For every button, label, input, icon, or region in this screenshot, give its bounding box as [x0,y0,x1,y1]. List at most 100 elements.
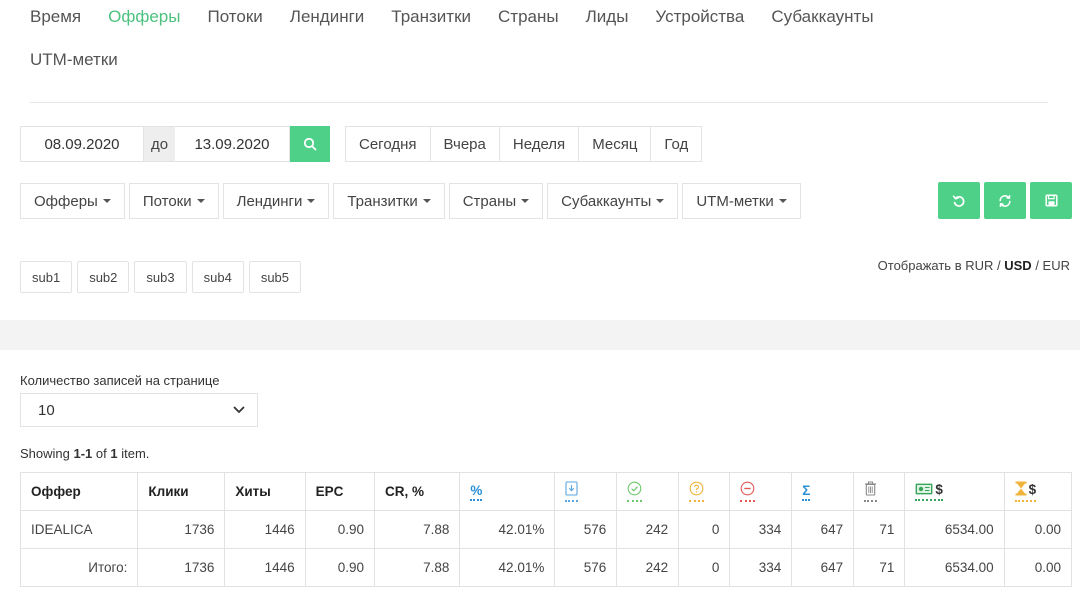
period-button-0[interactable]: Сегодня [346,127,430,161]
section-divider [0,320,1080,350]
column-header-2[interactable]: Хиты [224,472,306,511]
date-separator: до [144,126,175,162]
currency-option-2[interactable]: EUR [1043,258,1070,273]
total-cell: 1736 [137,548,226,587]
tab-utm[interactable]: UTM-метки [30,49,118,71]
filter-label: Офферы [34,192,98,210]
refresh-button[interactable] [984,182,1026,219]
tab-3[interactable]: Лендинги [290,6,365,28]
header-icon-wrap [740,481,756,502]
tab-0[interactable]: Время [30,6,81,28]
table-cell: 0.90 [304,510,376,549]
table-cell: 0.00 [1003,510,1073,549]
total-label-cell: Итого: [19,548,139,587]
sub-button-2[interactable]: sub3 [134,261,187,293]
column-header-icon-4[interactable] [729,472,793,511]
table-cell: 334 [729,510,793,549]
column-header-icon-6[interactable] [853,472,906,511]
period-button-2[interactable]: Неделя [498,127,578,161]
tab-1[interactable]: Офферы [108,6,180,28]
undo-icon [952,194,965,207]
sub-button-1[interactable]: sub2 [77,261,130,293]
table-cell: 242 [616,510,680,549]
hourglass-icon [1015,481,1027,499]
filter-dropdown-6[interactable]: UTM-метки [682,183,801,219]
summary-of: of [95,446,107,461]
minus-circle-icon [740,481,755,499]
column-header-1[interactable]: Клики [137,472,226,511]
column-header-icon-7[interactable]: $ [904,472,1005,511]
tab-5[interactable]: Страны [498,6,559,28]
table-cell: 576 [554,510,618,549]
tab-8[interactable]: Субаккаунты [771,6,873,28]
column-header-icon-5[interactable]: Σ [791,472,855,511]
money-icon [915,483,933,498]
date-from-input[interactable]: 08.09.2020 [20,126,144,162]
total-cell: 42.01% [459,548,556,587]
date-range-filter: 08.09.2020 до 13.09.2020 [20,126,330,162]
column-header-icon-2[interactable] [616,472,680,511]
page-size-select[interactable]: 10 [20,393,258,427]
period-button-3[interactable]: Месяц [578,127,650,161]
header-icon-wrap [689,481,705,502]
caret-down-icon [196,199,205,203]
stats-table: Оффер Клики Хиты EPC CR, %% Σ $ $ IDEALICA 1736 1… [19,472,1073,587]
total-cell: 0 [678,548,731,587]
filter-dropdown-4[interactable]: Страны [448,183,544,219]
sub-button-3[interactable]: sub4 [191,261,244,293]
column-header-3[interactable]: EPC [304,472,376,511]
tab-7[interactable]: Устройства [655,6,744,28]
caret-down-icon [521,199,530,203]
sub-button-0[interactable]: sub1 [20,261,73,293]
reset-button[interactable] [938,182,980,219]
summary-showing: Showing [20,446,70,461]
sub-button-4[interactable]: sub5 [248,261,302,293]
table-cell: 0 [678,510,731,549]
filter-dropdown-5[interactable]: Субаккаунты [547,183,679,219]
total-cell: 1446 [224,548,306,587]
header-icon-text: % [470,482,483,498]
offer-name-cell[interactable]: IDEALICA [19,510,139,549]
filter-dropdowns: Офферы Потоки Лендинги Транзитки Страны Субак… [20,183,805,219]
total-row: Итого: 1736 1446 0.90 7.88 42.01% 576 242 0 334 64… [19,548,1073,587]
search-button[interactable] [290,126,330,162]
currency-separator: / [1031,258,1043,273]
table-header-row: Оффер Клики Хиты EPC CR, %% Σ $ $ [19,472,1073,511]
header-icon-wrap [864,481,878,502]
total-cell: 6534.00 [904,548,1005,587]
caret-down-icon [656,199,665,203]
summary-suffix: item. [121,446,150,461]
search-icon [303,137,317,151]
tab-2[interactable]: Потоки [207,6,262,28]
filter-dropdown-1[interactable]: Потоки [128,183,219,219]
filter-dropdown-0[interactable]: Офферы [20,183,125,219]
currency-switcher: Отображать в RUR / USD / EUR [878,258,1070,273]
column-header-icon-3[interactable] [678,472,731,511]
period-button-4[interactable]: Год [650,127,701,161]
column-header-icon-1[interactable] [554,472,618,511]
divider [30,102,1048,103]
table-cell: 7.88 [373,510,461,549]
summary-count: 1 [110,446,118,461]
total-cell: 7.88 [373,548,461,587]
column-header-icon-0[interactable]: % [459,472,556,511]
header-icon-wrap [627,481,643,502]
column-header-0[interactable]: Оффер [19,472,139,511]
tab-4[interactable]: Транзитки [391,6,471,28]
period-button-1[interactable]: Вчера [429,127,499,161]
filter-dropdown-2[interactable]: Лендинги [222,183,330,219]
caret-down-icon [422,199,431,203]
date-to-input[interactable]: 13.09.2020 [175,126,290,162]
page-size-value: 10 [38,401,55,419]
currency-option-0[interactable]: RUR [965,258,993,273]
table-cell: 71 [853,510,906,549]
save-button[interactable] [1030,182,1072,219]
table-cell: 42.01% [459,510,556,549]
column-header-icon-8[interactable]: $ [1003,472,1073,511]
filter-label: Страны [462,192,517,210]
column-header-4[interactable]: CR, % [373,472,461,511]
tab-6[interactable]: Лиды [586,6,629,28]
filter-dropdown-3[interactable]: Транзитки [333,183,445,219]
currency-option-1[interactable]: USD [1004,258,1031,273]
page-size-label: Количество записей на странице [20,373,220,388]
